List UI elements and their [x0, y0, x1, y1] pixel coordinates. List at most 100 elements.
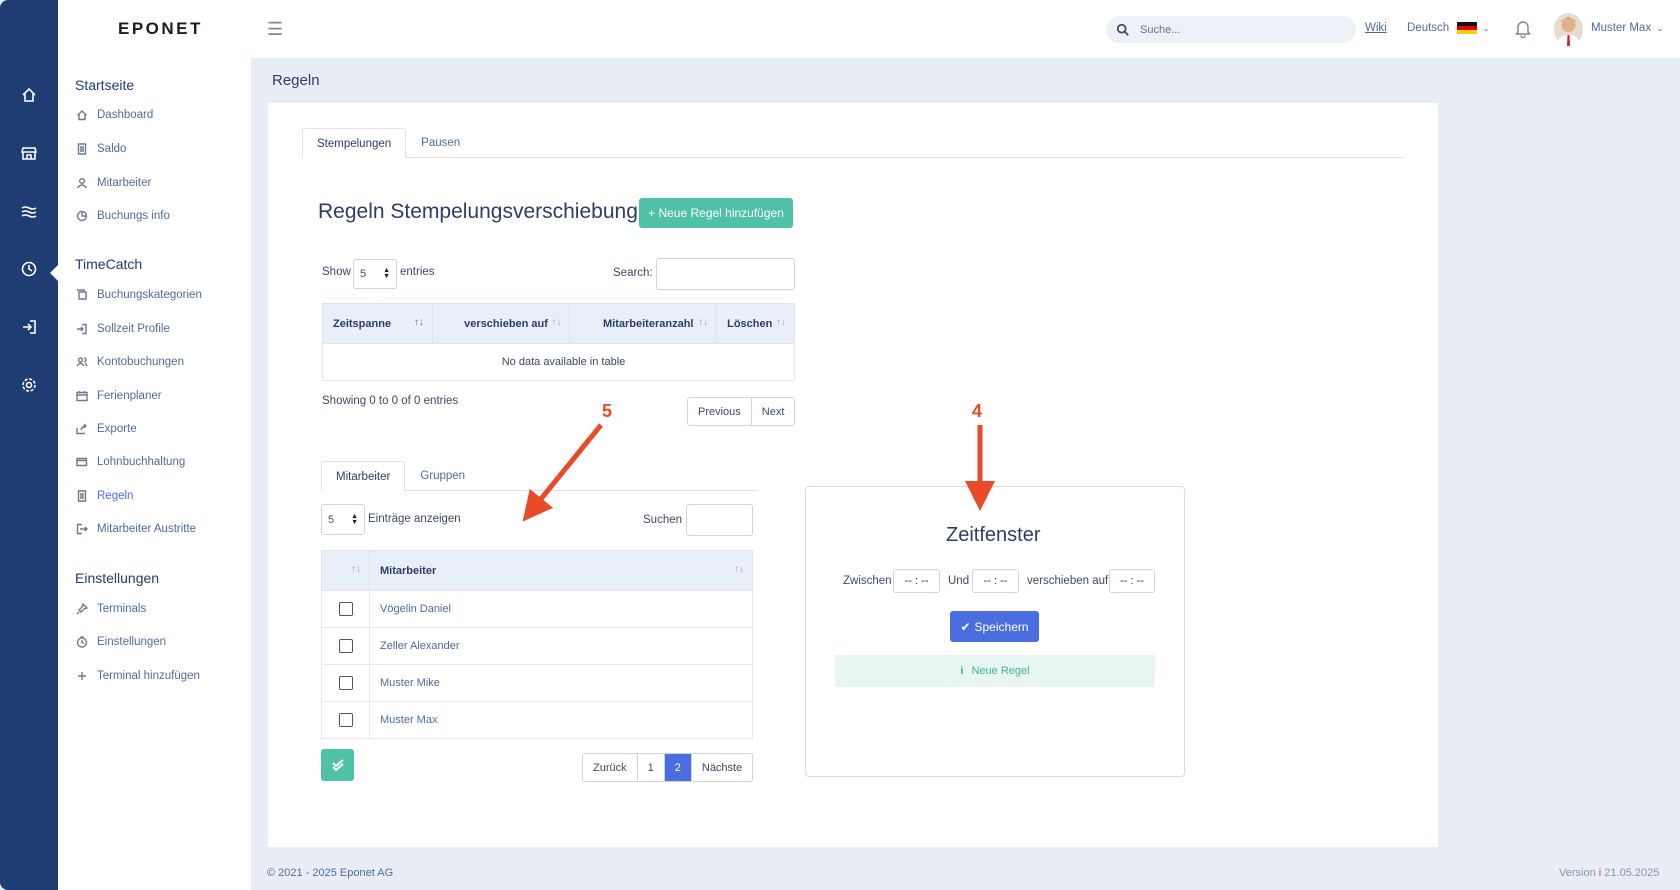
page-2-button[interactable]: 2	[663, 754, 691, 781]
sidebar-item-einstellungen[interactable]: Einstellungen	[75, 635, 166, 649]
row-checkbox[interactable]	[338, 676, 353, 690]
row-checkbox[interactable]	[338, 713, 353, 727]
table-info: Showing 0 to 0 of 0 entries	[322, 395, 459, 407]
info-icon: i	[1598, 867, 1602, 879]
add-rule-button[interactable]: + Neue Regel hinzufügen	[639, 198, 793, 228]
avatar[interactable]	[1554, 13, 1583, 46]
document-icon	[75, 142, 89, 156]
table-search-input[interactable]	[656, 258, 795, 290]
search-box[interactable]	[1106, 16, 1356, 43]
column-header[interactable]: Löschen ↑↓	[716, 303, 795, 344]
row-checkbox[interactable]	[338, 639, 353, 653]
wiki-link[interactable]: Wiki	[1365, 22, 1387, 34]
sidebar-item-saldo[interactable]: Saldo	[75, 142, 126, 156]
chevron-down-icon: ⌄	[1656, 22, 1664, 33]
table-row: Zeller Alexander	[321, 627, 753, 665]
previous-button[interactable]: Previous	[688, 398, 751, 425]
confirm-button[interactable]	[321, 749, 354, 781]
entries-value: 5	[360, 268, 367, 280]
column-header[interactable]: Mitarbeiteranzahl ↑↓	[569, 303, 718, 344]
clock-icon[interactable]	[18, 258, 40, 280]
column-header[interactable]: ↑↓	[321, 550, 370, 591]
sidebar: EPONET	[58, 0, 251, 890]
plus-icon	[75, 669, 89, 683]
search-label: Suchen	[643, 514, 683, 526]
timer-icon	[75, 635, 89, 649]
tab-gruppen[interactable]: Gruppen	[405, 461, 480, 490]
employee-name: Zeller Alexander	[369, 627, 753, 665]
employee-table: ↑↓ Mitarbeiter ↑↓ Vögelin Daniel Zeller Al…	[321, 550, 753, 739]
sidebar-item-kontobuchungen[interactable]: Kontobuchungen	[75, 355, 184, 369]
tab-stempelungen[interactable]: Stempelungen	[302, 128, 407, 158]
employee-entries-select[interactable]: 5 ▲ ▼	[321, 504, 365, 535]
store-icon[interactable]	[18, 142, 40, 164]
gear-icon[interactable]	[18, 374, 40, 396]
sidebar-item-dashboard[interactable]: Dashboard	[75, 108, 153, 122]
zeitfenster-title: Zeitfenster	[946, 524, 1041, 546]
tab-pausen[interactable]: Pausen	[406, 128, 475, 157]
row-checkbox[interactable]	[338, 602, 353, 616]
employee-search-input[interactable]	[686, 504, 753, 536]
save-label: Speichern	[974, 619, 1029, 634]
sidebar-item-terminal-hinzufügen[interactable]: Terminal hinzufügen	[75, 669, 200, 683]
employee-name: Muster Mike	[369, 664, 753, 702]
entries-select[interactable]: 5 ▲ ▼	[353, 259, 397, 289]
language-selector[interactable]: Deutsch ⌄	[1407, 22, 1490, 34]
menu-icon[interactable]: ☰	[267, 19, 283, 40]
user-icon	[75, 176, 89, 190]
sidebar-item-label: Einstellungen	[97, 636, 167, 648]
updown-icon: ▲ ▼	[351, 512, 358, 526]
sidebar-item-buchungskategorien[interactable]: Buchungskategorien	[75, 288, 202, 302]
table-row: Muster Max	[321, 701, 753, 739]
column-header[interactable]: verschieben auf ↑↓	[431, 303, 571, 344]
next-page-button[interactable]: Nächste	[690, 754, 752, 781]
sidebar-item-exporte[interactable]: Exporte	[75, 422, 137, 436]
employee-name: Vögelin Daniel	[369, 590, 753, 628]
info-alert: i Neue Regel	[835, 655, 1155, 687]
sidebar-item-terminals[interactable]: Terminals	[75, 602, 146, 616]
rule-tabs: Stempelungen Pausen	[302, 128, 1405, 158]
sidebar-item-label: Lohnbuchhaltung	[97, 456, 186, 468]
time-from-input[interactable]: -- : --	[893, 569, 940, 593]
sidebar-item-mitarbeiter[interactable]: Mitarbeiter	[75, 176, 151, 190]
sidebar-item-ferienplaner[interactable]: Ferienplaner	[75, 389, 162, 403]
page-title: Regeln	[272, 72, 320, 89]
checkbox-cell	[321, 627, 370, 665]
time-to-input[interactable]: -- : --	[972, 569, 1019, 593]
users-icon	[75, 355, 89, 369]
sort-icon: ↑↓	[351, 564, 361, 575]
sidebar-item-sollzeit-profile[interactable]: Sollzeit Profile	[75, 322, 170, 336]
save-button[interactable]: ✔ Speichern	[950, 611, 1039, 642]
home-icon	[75, 108, 89, 122]
tab-mitarbeiter[interactable]: Mitarbeiter	[321, 461, 406, 491]
entries-value: 5	[328, 513, 335, 526]
checkbox-cell	[321, 701, 370, 739]
time-target-input[interactable]: -- : --	[1109, 569, 1155, 593]
sidebar-item-mitarbeiter-austritte[interactable]: Mitarbeiter Austritte	[75, 522, 196, 536]
sidebar-item-buchungs-info[interactable]: Buchungs info	[75, 209, 170, 223]
waves-icon[interactable]	[18, 200, 40, 222]
eponet-logo[interactable]: EPONET	[118, 19, 203, 39]
back-button[interactable]: Zurück	[583, 754, 637, 781]
employee-tabs: Mitarbeiter Gruppen	[321, 461, 758, 491]
bell-icon[interactable]	[1514, 19, 1532, 43]
search-input[interactable]	[1140, 23, 1330, 36]
checkbox-cell	[321, 590, 370, 628]
und-label: Und	[948, 575, 970, 587]
next-button[interactable]: Next	[750, 398, 795, 425]
sort-icon: ↑↓	[551, 317, 562, 328]
german-flag-icon	[1457, 22, 1478, 34]
sidebar-item-regeln[interactable]: Regeln	[75, 489, 133, 503]
annotation-5: 5	[602, 401, 613, 421]
rules-table: Zeitspanne ↑↓ verschieben auf ↑↓ Mitarbeit…	[322, 303, 795, 381]
home-icon[interactable]	[18, 84, 40, 106]
column-header[interactable]: Mitarbeiter ↑↓	[369, 550, 753, 591]
user-menu[interactable]: Muster Max ⌄	[1591, 22, 1664, 34]
page-1-button[interactable]: 1	[636, 754, 664, 781]
sidebar-item-label: Ferienplaner	[97, 390, 162, 402]
column-header[interactable]: Zeitspanne ↑↓	[322, 303, 433, 344]
sidebar-item-lohnbuchhaltung[interactable]: Lohnbuchhaltung	[75, 455, 185, 469]
sidebar-item-label: Mitarbeiter Austritte	[97, 523, 197, 535]
login-icon[interactable]	[18, 316, 40, 338]
icon-rail	[0, 0, 59, 890]
